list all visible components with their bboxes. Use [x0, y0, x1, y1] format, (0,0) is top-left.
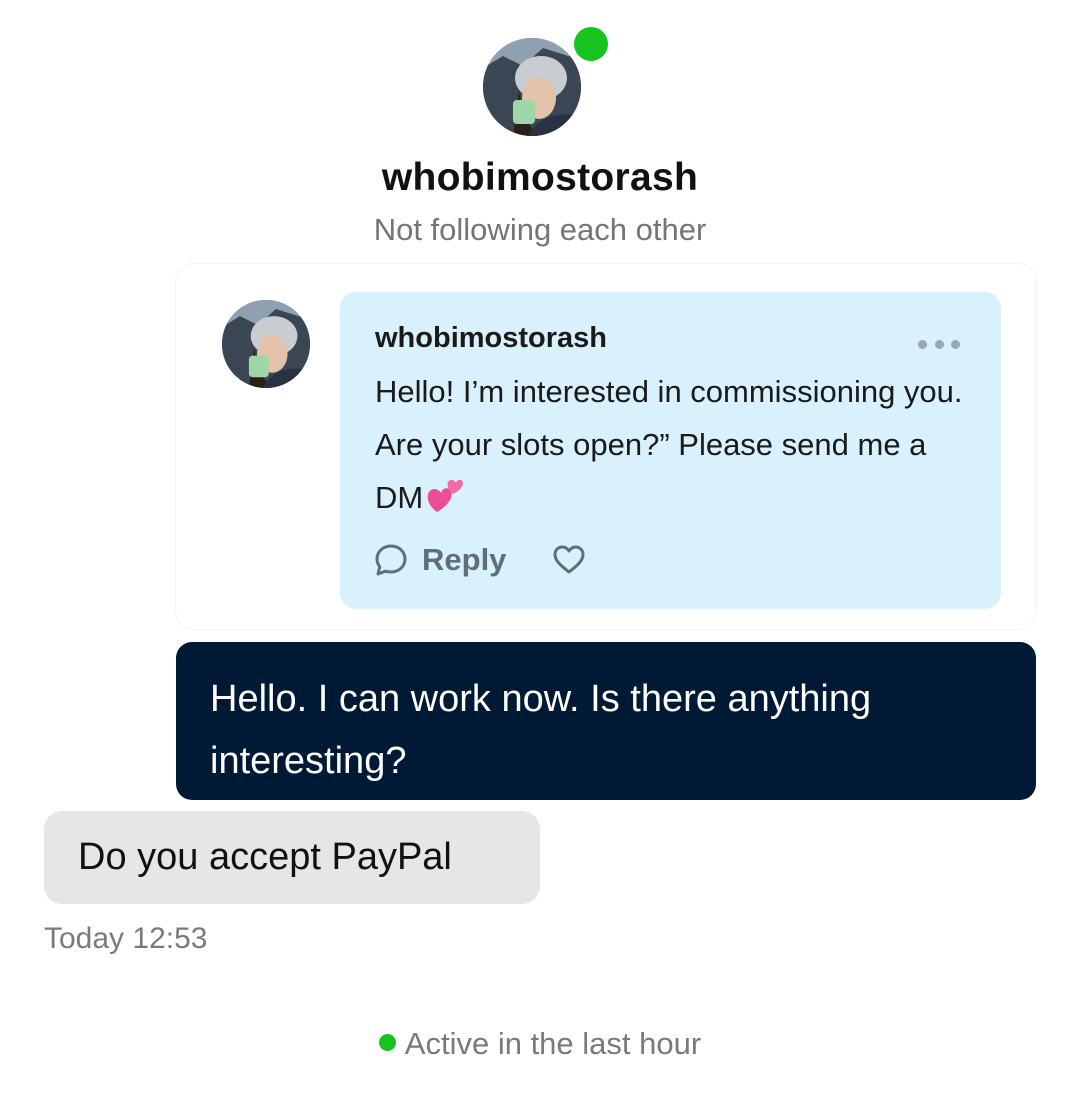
online-indicator: [574, 27, 608, 61]
message-timestamp: Today 12:53: [44, 922, 208, 955]
comment-icon: [375, 544, 407, 576]
conversation-username[interactable]: whobimostorash: [0, 156, 1080, 200]
two-hearts-emoji: [425, 476, 465, 514]
reply-label: Reply: [422, 542, 507, 577]
message-text: Hello. I can work now. Is there anything…: [210, 678, 872, 782]
avatar-photo: [222, 300, 310, 388]
incoming-message[interactable]: Do you accept PayPal: [44, 811, 540, 904]
post-author-name[interactable]: whobimostorash: [375, 322, 607, 355]
presence-status: Active in the last hour: [0, 1026, 1080, 1062]
reply-button[interactable]: Reply: [374, 537, 506, 583]
heart-icon[interactable]: [552, 543, 586, 577]
post-text: Hello! I’m interested in commissioning y…: [375, 365, 975, 524]
message-text: Do you accept PayPal: [78, 836, 452, 878]
avatar-photo: [483, 38, 581, 136]
dot: [934, 339, 944, 349]
more-options-icon[interactable]: [918, 332, 960, 356]
follow-status: Not following each other: [373, 212, 707, 247]
dot: [951, 339, 960, 349]
dot: [918, 339, 927, 349]
post-author-avatar[interactable]: [222, 300, 310, 388]
active-dot: [378, 1034, 396, 1051]
profile-avatar[interactable]: [483, 38, 581, 136]
outgoing-message[interactable]: Hello. I can work now. Is there anything…: [176, 642, 1036, 800]
presence-text: Active in the last hour: [404, 1026, 702, 1061]
